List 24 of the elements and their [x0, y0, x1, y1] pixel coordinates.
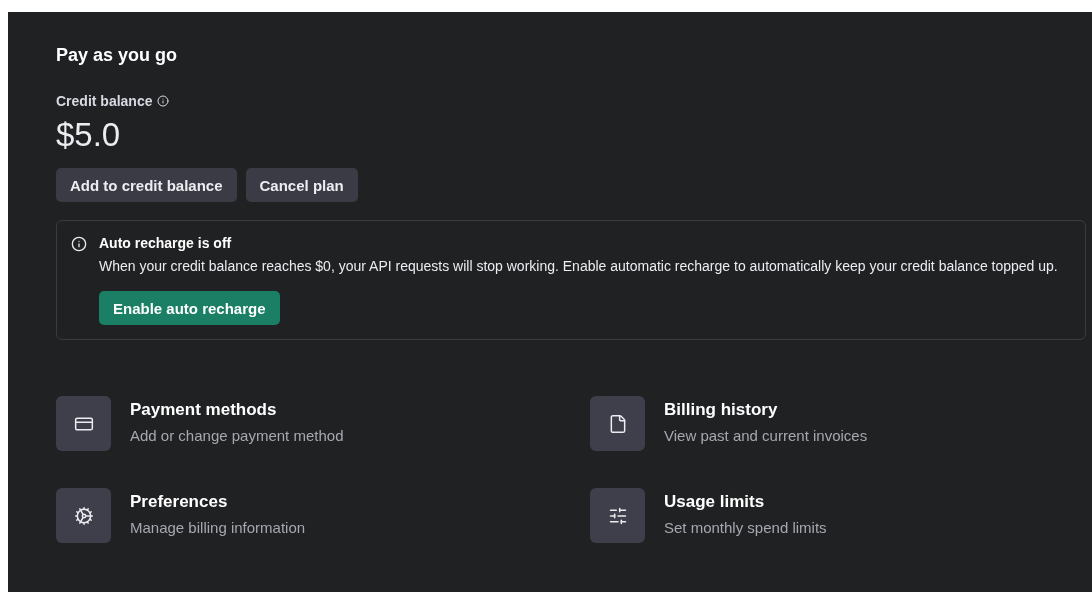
balance-label: Credit balance [56, 93, 153, 109]
alert-message: When your credit balance reaches $0, your API requests will stop working. Enable automatic recharge to automatically keep your credit balance topped up. [99, 257, 1058, 276]
sliders-icon [607, 505, 628, 526]
link-title[interactable]: Billing history [664, 400, 868, 420]
link-tile[interactable] [56, 488, 111, 543]
cancel-plan-button[interactable]: Cancel plan [245, 168, 358, 202]
link-title[interactable]: Usage limits [664, 492, 827, 512]
info-icon [71, 236, 87, 252]
page-title: Pay as you go [56, 45, 179, 66]
link-tile[interactable] [590, 396, 645, 451]
link-tile[interactable] [56, 396, 111, 451]
add-credit-button[interactable]: Add to credit balance [56, 168, 237, 202]
enable-recharge-button[interactable]: Enable auto recharge [99, 291, 280, 325]
link-title[interactable]: Preferences [130, 492, 306, 512]
gear-icon [73, 505, 94, 526]
link-tile[interactable] [590, 488, 645, 543]
info-icon[interactable] [157, 95, 170, 107]
link-description: Set monthly spend limits [664, 519, 827, 536]
alert-title: Auto recharge is off [99, 235, 233, 251]
link-description: Add or change payment method [130, 427, 344, 444]
link-description: Manage billing information [130, 519, 306, 536]
link-title[interactable]: Payment methods [130, 400, 344, 420]
link-description: View past and current invoices [664, 427, 868, 444]
balance-amount: $5.0 [56, 116, 122, 154]
